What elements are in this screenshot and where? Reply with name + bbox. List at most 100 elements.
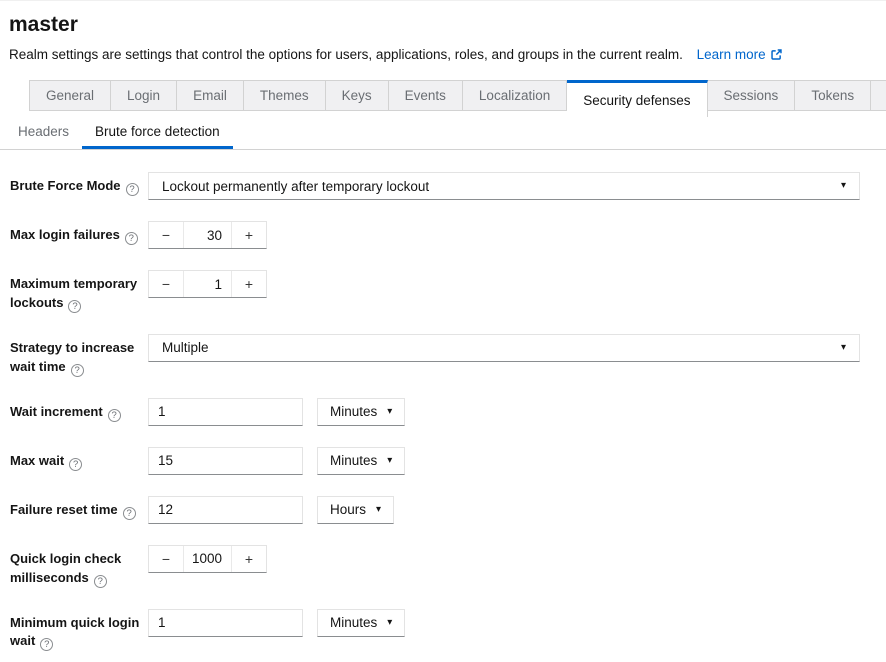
- plus-button[interactable]: +: [232, 222, 266, 248]
- field-row-brute-force-mode: Brute Force Mode? Lockout permanently af…: [10, 172, 860, 200]
- help-icon[interactable]: ?: [94, 575, 107, 588]
- field-label: Maximum temporary lockouts?: [10, 270, 148, 313]
- unit-value: Minutes: [330, 615, 377, 630]
- chevron-down-icon: ▾: [841, 343, 846, 353]
- field-label: Quick login check milliseconds?: [10, 545, 148, 588]
- field-label: Max wait?: [10, 447, 148, 471]
- minus-button[interactable]: −: [149, 546, 183, 572]
- minimum-quick-login-wait-input[interactable]: [148, 609, 303, 637]
- wait-increment-unit-select[interactable]: Minutes ▾: [317, 398, 405, 426]
- field-label: Strategy to increase wait time?: [10, 334, 148, 377]
- wait-increment-input[interactable]: [148, 398, 303, 426]
- learn-more-link[interactable]: Learn more: [697, 47, 783, 62]
- subtab-label: Headers: [18, 124, 69, 139]
- tab-client-policies[interactable]: Client policies: [871, 80, 886, 111]
- plus-button[interactable]: +: [232, 546, 266, 572]
- tab-label: General: [46, 88, 94, 103]
- tab-label: Events: [405, 88, 446, 103]
- tab-label: Login: [127, 88, 160, 103]
- failure-reset-time-unit-select[interactable]: Hours ▾: [317, 496, 394, 524]
- field-row-strategy-to-increase-wait-time: Strategy to increase wait time? Multiple…: [10, 334, 860, 377]
- max-wait-unit-select[interactable]: Minutes ▾: [317, 447, 405, 475]
- help-icon[interactable]: ?: [108, 409, 121, 422]
- subtab-label: Brute force detection: [95, 124, 220, 139]
- realm-description: Realm settings are settings that control…: [9, 45, 862, 64]
- tab-general[interactable]: General: [29, 80, 111, 111]
- tab-sessions[interactable]: Sessions: [708, 80, 796, 111]
- chevron-down-icon: ▾: [387, 456, 392, 466]
- field-row-minimum-quick-login-wait: Minimum quick login wait? Minutes ▾: [10, 609, 860, 652]
- tab-label: Email: [193, 88, 227, 103]
- tab-themes[interactable]: Themes: [244, 80, 326, 111]
- max-login-failures-stepper: − 30 +: [148, 221, 267, 249]
- minimum-quick-login-wait-unit-select[interactable]: Minutes ▾: [317, 609, 405, 637]
- learn-more-label: Learn more: [697, 47, 766, 62]
- help-icon[interactable]: ?: [126, 183, 139, 196]
- tab-localization[interactable]: Localization: [463, 80, 567, 111]
- unit-value: Hours: [330, 502, 366, 517]
- minus-button[interactable]: −: [149, 222, 183, 248]
- tab-keys[interactable]: Keys: [326, 80, 389, 111]
- minus-button[interactable]: −: [149, 271, 183, 297]
- plus-button[interactable]: +: [232, 271, 266, 297]
- subtab-headers[interactable]: Headers: [5, 117, 82, 149]
- selected-value: Lockout permanently after temporary lock…: [162, 179, 429, 194]
- tab-label: Keys: [342, 88, 372, 103]
- chevron-down-icon: ▾: [841, 181, 846, 191]
- help-icon[interactable]: ?: [69, 458, 82, 471]
- brute-force-mode-select[interactable]: Lockout permanently after temporary lock…: [148, 172, 860, 200]
- tab-label: Security defenses: [583, 93, 690, 108]
- page-header: master Realm settings are settings that …: [0, 1, 886, 64]
- quick-login-check-stepper: − 1000 +: [148, 545, 267, 573]
- field-row-maximum-temporary-lockouts: Maximum temporary lockouts? − 1 +: [10, 270, 860, 313]
- tab-login[interactable]: Login: [111, 80, 177, 111]
- brute-force-detection-form: Brute Force Mode? Lockout permanently af…: [0, 150, 886, 651]
- subtab-brute-force-detection[interactable]: Brute force detection: [82, 117, 233, 149]
- field-row-max-login-failures: Max login failures? − 30 +: [10, 221, 860, 249]
- field-row-quick-login-check-milliseconds: Quick login check milliseconds? − 1000 +: [10, 545, 860, 588]
- field-label-text: Brute Force Mode: [10, 178, 121, 193]
- field-label: Max login failures?: [10, 221, 148, 245]
- tab-label: Sessions: [724, 88, 779, 103]
- stepper-value[interactable]: 30: [183, 222, 232, 248]
- page-title: master: [9, 14, 862, 36]
- failure-reset-time-input[interactable]: [148, 496, 303, 524]
- field-label-text: Wait increment: [10, 404, 103, 419]
- chevron-down-icon: ▾: [376, 505, 381, 515]
- stepper-value[interactable]: 1: [183, 271, 232, 297]
- field-label: Failure reset time?: [10, 496, 148, 520]
- field-label: Minimum quick login wait?: [10, 609, 148, 652]
- tab-label: Tokens: [811, 88, 854, 103]
- field-label: Wait increment?: [10, 398, 148, 422]
- help-icon[interactable]: ?: [123, 507, 136, 520]
- help-icon[interactable]: ?: [125, 232, 138, 245]
- selected-value: Multiple: [162, 340, 209, 355]
- tab-email[interactable]: Email: [177, 80, 244, 111]
- max-wait-input[interactable]: [148, 447, 303, 475]
- tab-label: Localization: [479, 88, 550, 103]
- tab-label: Themes: [260, 88, 309, 103]
- field-label: Brute Force Mode?: [10, 172, 148, 196]
- maximum-temporary-lockouts-stepper: − 1 +: [148, 270, 267, 298]
- stepper-value[interactable]: 1000: [183, 546, 232, 572]
- field-label-text: Minimum quick login wait: [10, 615, 139, 649]
- unit-value: Minutes: [330, 404, 377, 419]
- chevron-down-icon: ▾: [387, 618, 392, 628]
- field-row-failure-reset-time: Failure reset time? Hours ▾: [10, 496, 860, 524]
- realm-settings-tabs: General Login Email Themes Keys Events L…: [0, 80, 886, 117]
- help-icon[interactable]: ?: [40, 638, 53, 651]
- help-icon[interactable]: ?: [71, 364, 84, 377]
- tab-events[interactable]: Events: [389, 80, 463, 111]
- unit-value: Minutes: [330, 453, 377, 468]
- field-row-wait-increment: Wait increment? Minutes ▾: [10, 398, 860, 426]
- help-icon[interactable]: ?: [68, 300, 81, 313]
- strategy-select[interactable]: Multiple ▾: [148, 334, 860, 362]
- tab-security-defenses[interactable]: Security defenses: [567, 80, 707, 117]
- field-label-text: Max login failures: [10, 227, 120, 242]
- field-label-text: Failure reset time: [10, 502, 118, 517]
- security-defenses-subtabs: Headers Brute force detection: [0, 117, 886, 150]
- realm-description-text: Realm settings are settings that control…: [9, 47, 683, 62]
- field-label-text: Max wait: [10, 453, 64, 468]
- tab-tokens[interactable]: Tokens: [795, 80, 871, 111]
- field-row-max-wait: Max wait? Minutes ▾: [10, 447, 860, 475]
